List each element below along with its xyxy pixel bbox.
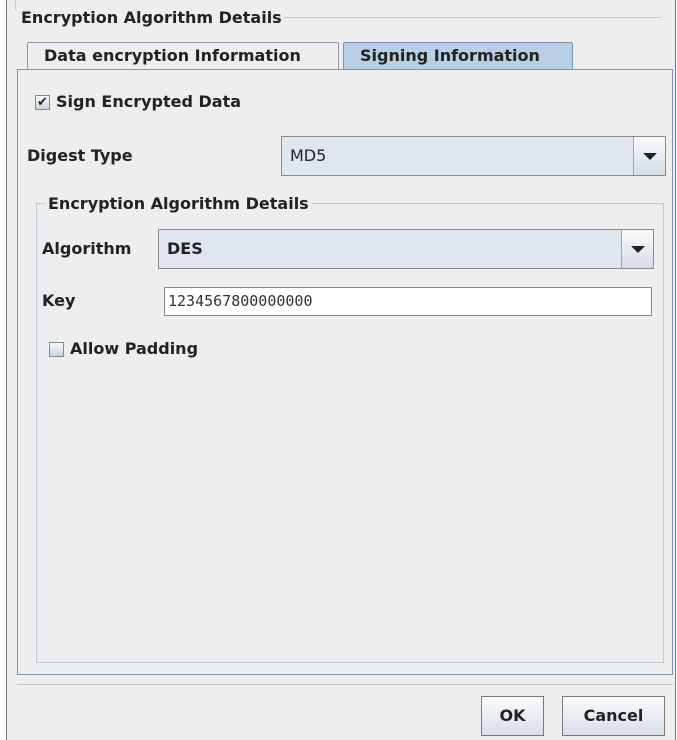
algorithm-select[interactable]: DES — [158, 229, 654, 269]
encryption-algorithm-group — [36, 203, 664, 663]
tab-signing-information[interactable]: Signing Information — [343, 42, 573, 70]
key-input[interactable]: 1234567800000000 — [164, 287, 652, 316]
digest-type-value: MD5 — [290, 146, 327, 165]
check-icon: ✔ — [37, 95, 48, 110]
chevron-down-icon[interactable] — [633, 137, 665, 175]
algorithm-value: DES — [167, 239, 203, 258]
digest-type-label: Digest Type — [27, 146, 133, 165]
digest-type-select[interactable]: MD5 — [281, 136, 666, 176]
sign-encrypted-data-checkbox[interactable]: ✔ — [35, 95, 50, 110]
encryption-group-title: Encryption Algorithm Details — [45, 194, 312, 214]
key-label: Key — [42, 291, 76, 310]
cancel-button[interactable]: Cancel — [562, 696, 665, 736]
algorithm-label: Algorithm — [42, 239, 132, 258]
sign-encrypted-data-label[interactable]: Sign Encrypted Data — [56, 92, 241, 112]
outer-group-border-left — [15, 0, 16, 10]
ok-button[interactable]: OK — [481, 696, 544, 736]
dialog-title: Encryption Algorithm Details — [19, 8, 284, 27]
allow-padding-checkbox[interactable] — [49, 342, 64, 357]
tab-data-encryption-information[interactable]: Data encryption Information — [27, 42, 339, 70]
encryption-details-dialog: Encryption Algorithm Details Data encryp… — [6, 0, 676, 740]
allow-padding-label[interactable]: Allow Padding — [70, 339, 198, 359]
footer-divider — [17, 684, 673, 685]
chevron-down-icon[interactable] — [621, 230, 653, 268]
